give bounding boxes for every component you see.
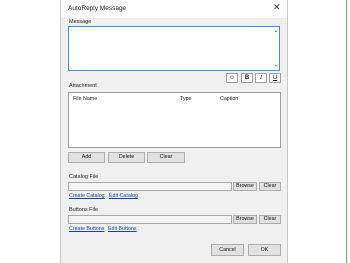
window-edge-accent bbox=[346, 0, 347, 263]
edit-catalog-link[interactable]: Edit Catalog bbox=[109, 193, 138, 199]
create-catalog-link[interactable]: Create Catalog bbox=[69, 193, 105, 199]
attachment-list[interactable]: File Name Type Caption bbox=[68, 92, 281, 148]
title-bar: AutoReply Message ✕ bbox=[61, 0, 287, 18]
create-buttons-link[interactable]: Create Buttons bbox=[69, 226, 104, 232]
delete-attachment-button[interactable]: Delete bbox=[108, 152, 145, 163]
ok-button[interactable]: OK bbox=[248, 244, 281, 256]
message-scrollbar[interactable]: ▲ ▼ bbox=[273, 28, 278, 69]
buttons-file-label: Buttons File bbox=[69, 207, 99, 213]
scroll-up-icon[interactable]: ▲ bbox=[274, 29, 278, 33]
column-header-file-name[interactable]: File Name bbox=[73, 96, 97, 102]
edit-buttons-link[interactable]: Edit Buttons bbox=[108, 226, 137, 232]
smiley-icon[interactable]: ☺ bbox=[226, 73, 238, 83]
scroll-down-icon[interactable]: ▼ bbox=[274, 64, 278, 68]
clear-attachments-button[interactable]: Clear bbox=[147, 152, 185, 163]
bold-icon[interactable]: B bbox=[241, 73, 253, 83]
close-icon[interactable]: ✕ bbox=[273, 3, 281, 12]
buttons-clear-button[interactable]: Clear bbox=[259, 215, 281, 224]
dialog-title: AutoReply Message bbox=[68, 5, 127, 12]
message-label: Message bbox=[69, 19, 92, 25]
catalog-file-label: Catalog File bbox=[69, 174, 99, 180]
italic-icon[interactable]: I bbox=[255, 73, 267, 83]
cancel-button[interactable]: Cancel bbox=[211, 244, 244, 256]
column-header-caption[interactable]: Caption bbox=[220, 96, 238, 102]
underline-icon[interactable]: U bbox=[269, 73, 281, 83]
column-header-type[interactable]: Type bbox=[180, 96, 191, 102]
add-attachment-button[interactable]: Add bbox=[68, 152, 105, 163]
catalog-file-field[interactable] bbox=[68, 182, 232, 191]
buttons-file-field[interactable] bbox=[68, 215, 232, 224]
attachment-label: Attachment bbox=[69, 83, 97, 89]
autoreply-dialog: AutoReply Message ✕ Message ▲ ▼ ☺ B I U … bbox=[60, 0, 288, 263]
catalog-browse-button[interactable]: Browse bbox=[233, 182, 257, 191]
buttons-browse-button[interactable]: Browse bbox=[233, 215, 257, 224]
message-textarea[interactable]: ▲ ▼ bbox=[68, 26, 280, 71]
catalog-clear-button[interactable]: Clear bbox=[259, 182, 281, 191]
